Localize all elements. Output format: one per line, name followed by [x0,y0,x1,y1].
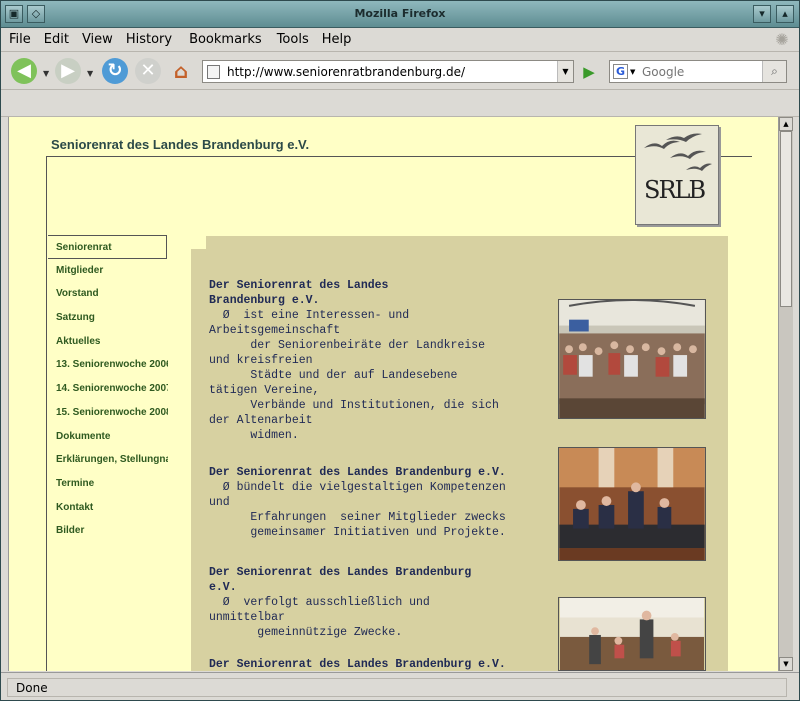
intro-block-3: Der Seniorenrat des Landes Brandenburg e… [209,565,559,640]
sidebar-item-seniorenwoche-2006[interactable]: 13. Seniorenwoche 2006 [48,353,168,377]
block-heading: Der Seniorenrat des Landes Brandenburg e… [209,466,506,479]
block-heading: Der Seniorenrat des Landes Brandenburg e… [209,279,389,307]
status-bar: Done [1,672,799,700]
podium-meeting-photo[interactable] [558,447,706,561]
sidebar-item-vorstand[interactable]: Vorstand [48,282,168,306]
throbber-icon: ✺ [775,30,789,49]
window-title: Mozilla Firefox [354,7,446,20]
search-bar[interactable]: G ▼ ⌕ [609,60,787,83]
block-body: Ø ist eine Interessen- und Arbeitsgemein… [209,309,499,442]
sidebar-item-mitglieder[interactable]: Mitglieder [48,259,168,283]
block-body: Ø bündelt die vielgestaltigen Kompetenze… [209,481,506,539]
back-icon[interactable]: ◀ [11,58,37,84]
sidebar-item-satzung[interactable]: Satzung [48,306,168,330]
minimize-icon[interactable]: ▾ [753,5,771,23]
google-engine-icon[interactable]: G [613,64,628,79]
sidebar-nav: Seniorenrat Mitglieder Vorstand Satzung … [48,235,178,543]
sidebar-item-seniorenwoche-2008[interactable]: 15. Seniorenwoche 2008 [48,401,168,425]
browser-window: ▣ ◇ Mozilla Firefox ▾ ▴ File Edit View Hist… [0,0,800,701]
sidebar-item-aktuelles[interactable]: Aktuelles [48,330,168,354]
sidebar-item-seniorenrat[interactable]: Seniorenrat [48,235,167,259]
scroll-up-icon[interactable]: ▲ [779,117,793,131]
sidebar-item-seniorenwoche-2007[interactable]: 14. Seniorenwoche 2007 [48,377,168,401]
gathering-photo[interactable] [558,597,706,671]
forward-icon[interactable]: ▶ [55,58,81,84]
sidebar-item-dokumente[interactable]: Dokumente [48,425,168,449]
maximize-icon[interactable]: ▴ [776,5,794,23]
url-dropdown-icon[interactable]: ▼ [557,61,573,82]
menu-view[interactable]: View [74,28,118,47]
scroll-down-icon[interactable]: ▼ [779,657,793,671]
stop-icon[interactable]: ✕ [135,58,161,84]
sidebar-item-erklaerungen[interactable]: Erklärungen, Stellungnahmen [48,448,168,472]
logo-text: SRLB [644,176,706,204]
sidebar-divider [46,156,47,671]
title-bar[interactable]: ▣ ◇ Mozilla Firefox ▾ ▴ [1,1,799,28]
sidebar-item-termine[interactable]: Termine [48,472,168,496]
back-history-icon[interactable]: ▼ [43,69,49,78]
menu-help[interactable]: Help [314,28,357,47]
intro-block-1: Der Seniorenrat des Landes Brandenburg e… [209,278,559,443]
search-input[interactable] [642,63,760,80]
menu-bookmarks[interactable]: Bookmarks [177,28,267,47]
menu-edit[interactable]: Edit [36,28,74,47]
site-title: Seniorenrat des Landes Brandenburg e.V. [51,137,310,152]
search-icon[interactable]: ⌕ [762,61,786,82]
block-heading: Der Seniorenrat des Landes Brandenburg e… [209,658,506,671]
menu-tools[interactable]: Tools [267,28,314,47]
forward-history-icon[interactable]: ▼ [87,69,93,78]
page-icon [207,65,220,79]
sidebar-item-kontakt[interactable]: Kontakt [48,496,168,520]
block-heading: Der Seniorenrat des Landes Brandenburg e… [209,566,472,594]
vertical-scrollbar[interactable]: ▲ ▼ [778,117,793,671]
scroll-thumb[interactable] [780,131,792,307]
url-input[interactable] [227,62,557,81]
menu-bar: File Edit View History Bookmarks Tools Help ✺ [1,28,799,52]
bookmarks-toolbar [1,90,799,117]
sidebar-item-bilder[interactable]: Bilder [48,519,168,543]
page-content: Seniorenrat des Landes Brandenburg e.V. … [8,117,778,671]
home-icon[interactable]: ⌂ [168,58,194,84]
reload-icon[interactable]: ↻ [102,58,128,84]
intro-block-2: Der Seniorenrat des Landes Brandenburg e… [209,465,559,540]
intro-block-4: Der Seniorenrat des Landes Brandenburg e… [209,657,559,671]
birds-icon [644,133,712,171]
navigation-toolbar: ◀ ▼ ▶ ▼ ↻ ✕ ⌂ ▼ ▶ G ▼ ⌕ [1,52,799,90]
go-icon[interactable]: ▶ [579,62,599,82]
menu-history[interactable]: History [118,28,177,47]
conference-hall-photo[interactable] [558,299,706,419]
content-panel-tab [206,236,728,250]
address-bar[interactable]: ▼ [202,60,574,83]
status-text: Done [7,678,787,697]
menu-file[interactable]: File [1,28,36,47]
srlb-logo[interactable]: SRLB [635,125,719,225]
engine-dropdown-icon[interactable]: ▼ [630,68,635,76]
block-body: Ø verfolgt ausschließlich und unmittelba… [209,596,430,639]
